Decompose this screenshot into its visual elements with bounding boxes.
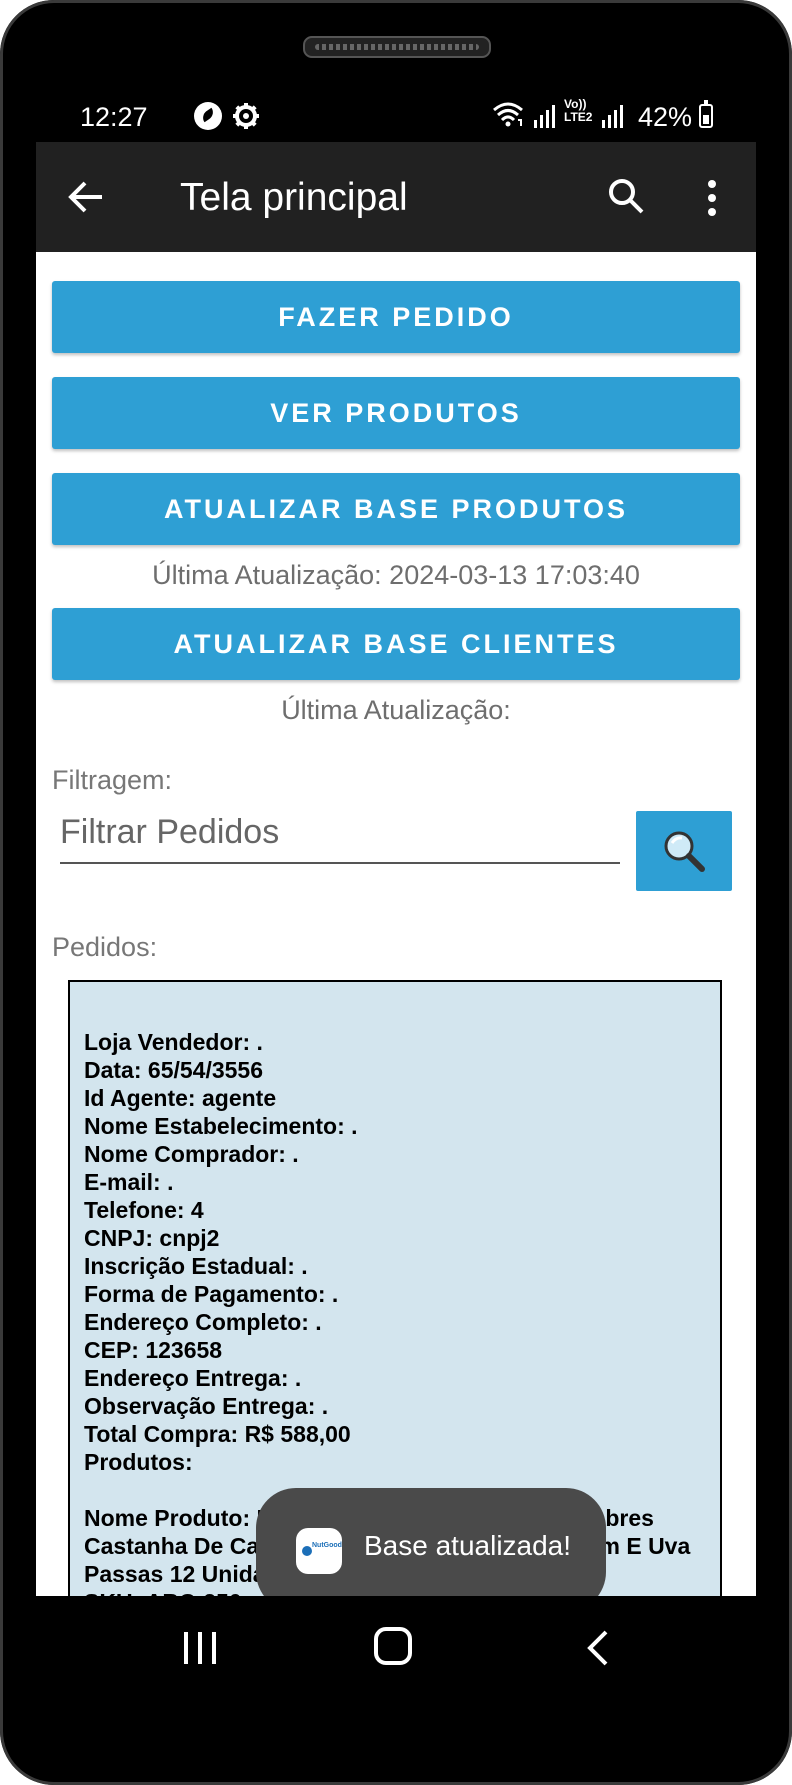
navigation-bar xyxy=(36,1596,756,1724)
order-line: Forma de Pagamento: . xyxy=(84,1281,339,1307)
app-screen: Tela principal FAZER PEDIDO VER PRODUTOS… xyxy=(36,142,756,1596)
signal-1-icon xyxy=(534,105,555,128)
leaf-notification-icon xyxy=(194,102,222,130)
orders-label: Pedidos: xyxy=(52,932,158,962)
atualizar-clientes-button[interactable]: ATUALIZAR BASE CLIENTES xyxy=(52,608,740,680)
signal-2-icon xyxy=(602,105,623,128)
order-line: Nome Estabelecimento: . xyxy=(84,1113,358,1139)
recent-apps-icon[interactable] xyxy=(180,1628,220,1668)
status-bar: 12:27 Vo)) LTE2 42% xyxy=(36,94,756,142)
order-line: E-mail: . xyxy=(84,1169,174,1195)
order-line: CEP: 123658 xyxy=(84,1337,223,1363)
order-line: Telefone: 4 xyxy=(84,1197,204,1223)
magnifier-icon xyxy=(664,831,705,872)
speaker-grill xyxy=(303,36,491,58)
order-line: Loja Vendedor: . xyxy=(84,1029,263,1055)
volte-indicator: Vo)) LTE2 xyxy=(564,97,593,124)
app-logo-icon: NutGood xyxy=(296,1528,342,1574)
status-time: 12:27 xyxy=(80,102,148,132)
order-line: CNPJ: cnpj2 xyxy=(84,1225,220,1251)
order-line: Inscrição Estadual: . xyxy=(84,1253,308,1279)
order-line: Endereço Completo: . xyxy=(84,1309,322,1335)
search-icon[interactable] xyxy=(606,176,646,216)
filter-search-button[interactable] xyxy=(636,811,732,891)
produtos-last-update: Última Atualização: 2024-03-13 17:03:40 xyxy=(152,560,640,590)
wifi-icon xyxy=(493,102,523,127)
filter-orders-input[interactable] xyxy=(60,802,620,864)
order-line: Endereço Entrega: . xyxy=(84,1365,302,1391)
clientes-last-update: Última Atualização: xyxy=(281,695,511,725)
ver-produtos-button[interactable]: VER PRODUTOS xyxy=(52,377,740,449)
order-line: Produtos: xyxy=(84,1449,193,1475)
battery-icon xyxy=(699,100,713,128)
toast-notification: NutGood Base atualizada! xyxy=(256,1488,606,1596)
nav-back-icon[interactable] xyxy=(584,1628,612,1668)
order-line: Data: 65/54/3556 xyxy=(84,1057,264,1083)
atualizar-produtos-button[interactable]: ATUALIZAR BASE PRODUTOS xyxy=(52,473,740,545)
toast-message: Base atualizada! xyxy=(364,1530,572,1561)
gear-notification-icon xyxy=(233,103,259,129)
phone-frame: 12:27 Vo)) LTE2 42% Tela principal FAZER… xyxy=(0,0,792,1785)
order-line: Id Agente: agente xyxy=(84,1085,277,1111)
more-vert-icon[interactable] xyxy=(704,178,720,218)
page-title: Tela principal xyxy=(180,176,408,219)
order-line: Nome Comprador: . xyxy=(84,1141,299,1167)
app-bar: Tela principal xyxy=(36,142,756,252)
home-icon[interactable] xyxy=(374,1627,412,1665)
order-line: Observação Entrega: . xyxy=(84,1393,329,1419)
order-line: Total Compra: R$ 588,00 xyxy=(84,1421,351,1447)
filter-label: Filtragem: xyxy=(52,765,173,795)
back-arrow-icon[interactable] xyxy=(66,177,106,217)
fazer-pedido-button[interactable]: FAZER PEDIDO xyxy=(52,281,740,353)
battery-percent: 42% xyxy=(638,102,693,132)
